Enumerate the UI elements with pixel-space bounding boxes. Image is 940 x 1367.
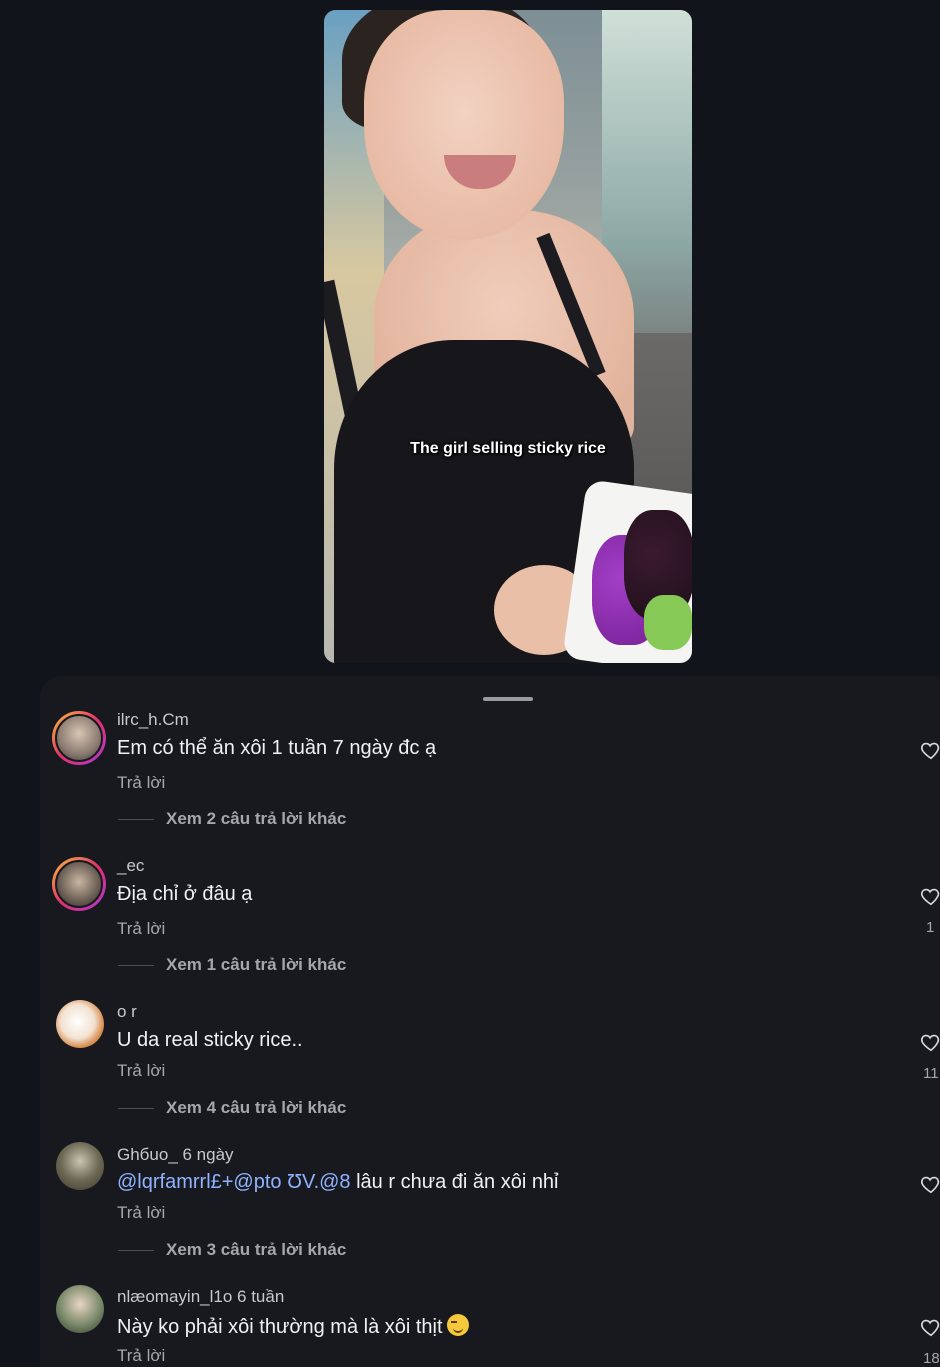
page: The girl selling sticky rice ilrc_h.Cm E… <box>0 0 940 1367</box>
avatar[interactable] <box>56 1000 104 1048</box>
view-replies-button[interactable]: Xem 1 câu trả lời khác <box>118 955 346 975</box>
heart-icon[interactable] <box>920 739 940 761</box>
sheet-drag-handle[interactable] <box>483 697 533 701</box>
comment-text: Em có thể ăn xôi 1 tuần 7 ngày đc ạ <box>117 737 437 759</box>
like-count: 11 <box>923 1065 939 1082</box>
video-caption: The girl selling sticky rice <box>410 440 606 457</box>
comment-mention[interactable]: @lqrfamrrl£+@pto <box>117 1171 282 1193</box>
comment-text: U da real sticky rice.. <box>117 1029 303 1051</box>
video-person-face <box>364 10 564 240</box>
comments-sheet: ilrc_h.Cm Em có thể ăn xôi 1 tuần 7 ngày… <box>40 676 940 1367</box>
heart-icon[interactable] <box>920 1173 940 1195</box>
divider <box>118 1108 154 1110</box>
view-replies-label: Xem 1 câu trả lời khác <box>166 955 347 974</box>
comment-text: Này ko phải xôi thường mà là xôi thịt <box>117 1314 469 1339</box>
avatar[interactable] <box>56 1285 104 1333</box>
comment-text-body: Này ko phải xôi thường mà là xôi thịt <box>117 1316 443 1338</box>
divider <box>118 819 154 821</box>
comment-username[interactable]: _ec <box>117 856 144 876</box>
smirk-emoji-icon <box>446 1314 469 1336</box>
view-replies-button[interactable]: Xem 4 câu trả lời khác <box>118 1098 346 1118</box>
video-green-rice <box>644 595 692 650</box>
reply-button[interactable]: Trả lời <box>117 1346 165 1366</box>
comment-text: @lqrfamrrl£+@pto ƱV.@8 lâu r chưa đi ăn … <box>117 1171 559 1194</box>
heart-icon[interactable] <box>920 885 940 907</box>
avatar[interactable] <box>52 711 106 765</box>
divider <box>118 1250 154 1252</box>
heart-icon[interactable] <box>920 1316 940 1338</box>
view-replies-label: Xem 4 câu trả lời khác <box>166 1098 347 1117</box>
avatar[interactable] <box>52 857 106 911</box>
comment-text: Địa chỉ ở đâu ạ <box>117 883 253 905</box>
comment-username[interactable]: o r <box>117 1002 137 1022</box>
view-replies-label: Xem 3 câu trả lời khác <box>166 1240 347 1259</box>
reply-button[interactable]: Trả lời <box>117 1061 165 1081</box>
like-count: 18 <box>923 1350 940 1367</box>
reply-button[interactable]: Trả lời <box>117 1203 165 1223</box>
comment-text-body: lâu r chưa đi ăn xôi nhỉ <box>356 1171 559 1193</box>
view-replies-button[interactable]: Xem 3 câu trả lời khác <box>118 1240 346 1260</box>
video-preview[interactable]: The girl selling sticky rice <box>324 10 692 663</box>
comment-username[interactable]: ilrc_h.Cm <box>117 710 189 730</box>
like-count: 1 <box>926 919 935 936</box>
view-replies-label: Xem 2 câu trả lời khác <box>166 809 347 828</box>
reply-button[interactable]: Trả lời <box>117 773 165 793</box>
avatar[interactable] <box>56 1142 104 1190</box>
comment-username[interactable]: nlæomayin_l1o 6 tuần <box>117 1287 284 1307</box>
heart-icon[interactable] <box>920 1031 940 1053</box>
comment-mention[interactable]: ƱV.@8 <box>287 1171 350 1193</box>
comment-username[interactable]: Ghбuo_ 6 ngày <box>117 1145 234 1165</box>
divider <box>118 965 154 967</box>
view-replies-button[interactable]: Xem 2 câu trả lời khác <box>118 809 346 829</box>
reply-button[interactable]: Trả lời <box>117 919 165 939</box>
